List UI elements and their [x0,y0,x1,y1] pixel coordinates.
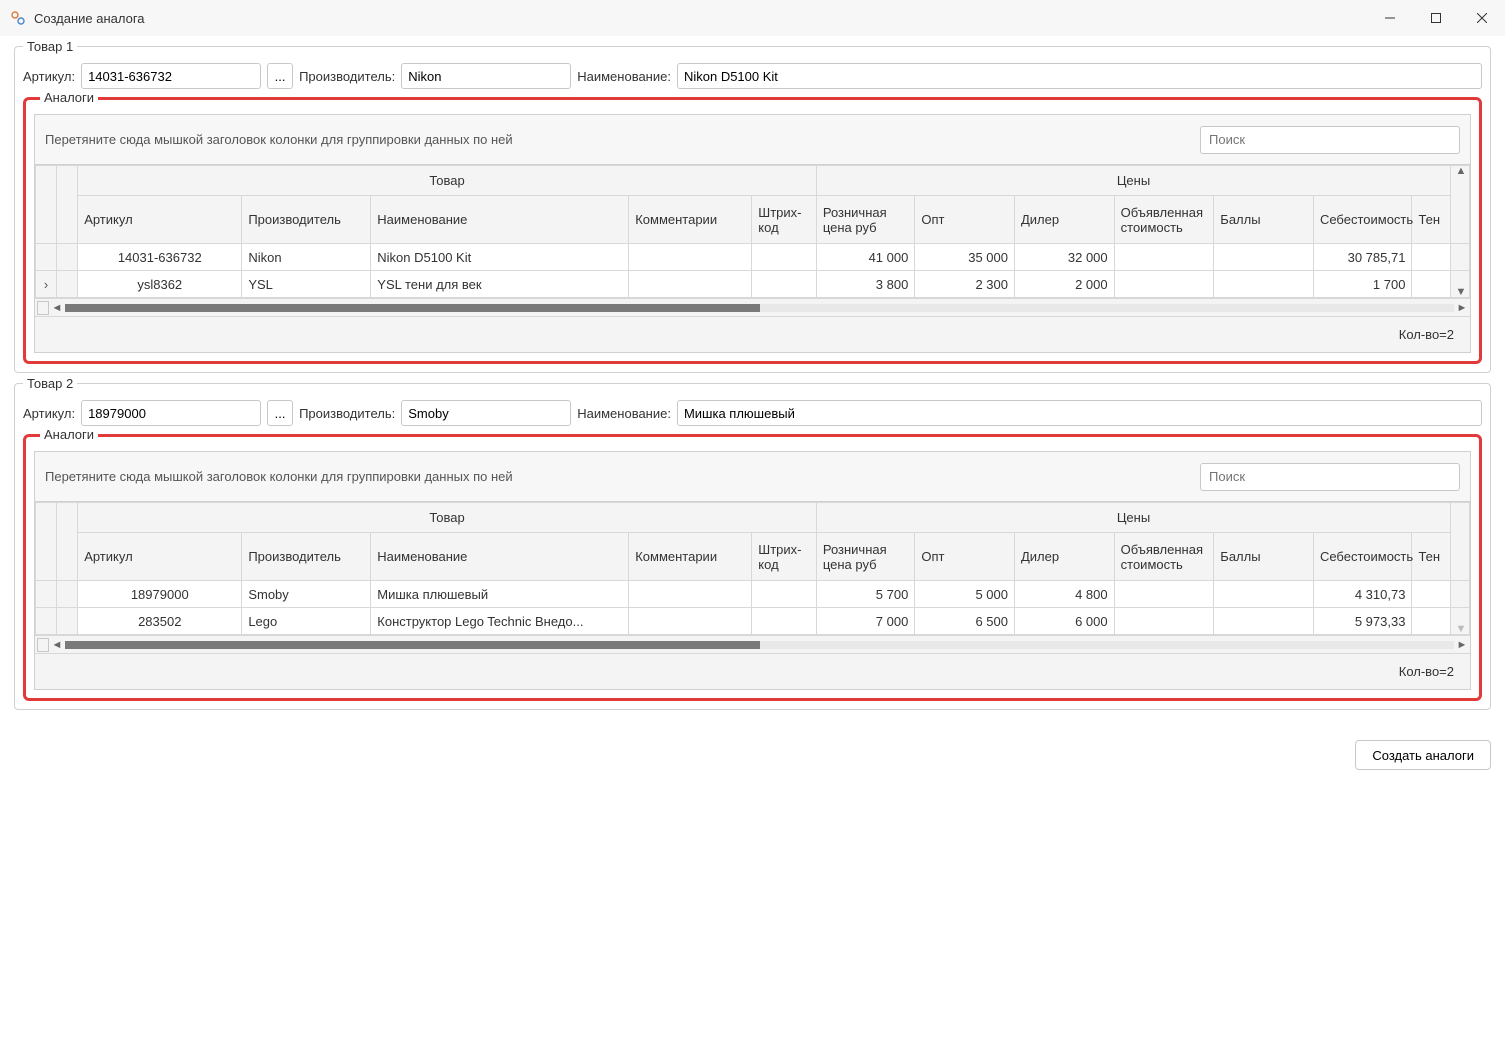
col-opt[interactable]: Опт [915,533,1015,581]
col-declared[interactable]: Объявленная стоимость [1114,196,1214,244]
col-points[interactable]: Баллы [1214,533,1314,581]
scroll-right-icon: ► [1454,302,1470,314]
scroll-right-icon: ► [1454,639,1470,651]
col-points[interactable]: Баллы [1214,196,1314,244]
col-opt[interactable]: Опт [915,196,1015,244]
col-comments[interactable]: Комментарии [629,196,752,244]
window-title: Создание аналога [34,11,1367,26]
col-retail[interactable]: Розничная цена руб [816,533,914,581]
col-manufacturer[interactable]: Производитель [242,533,371,581]
close-button[interactable] [1459,0,1505,36]
app-icon [10,10,26,26]
maximize-button[interactable] [1413,0,1459,36]
group-header-prices[interactable]: Цены [816,503,1450,533]
article-label: Артикул: [23,69,75,84]
col-name[interactable]: Наименование [371,196,629,244]
name-label: Наименование: [577,406,671,421]
manufacturer-label: Производитель: [299,69,395,84]
grid-footer: Кол-во=2 [35,316,1470,352]
table-row[interactable]: 283502 Lego Конструктор Lego Technic Вне… [36,608,1470,635]
manufacturer-input[interactable] [401,63,571,89]
bottom-bar: Создать аналоги [0,730,1505,784]
col-retail[interactable]: Розничная цена руб [816,196,914,244]
scroll-left-icon: ◄ [49,639,65,651]
search-input[interactable] [1200,463,1460,491]
analogs-1-table: Товар Цены Артикул Производитель Наимено… [35,165,1470,298]
col-comments[interactable]: Комментарии [629,533,752,581]
col-article[interactable]: Артикул [78,533,242,581]
create-analogs-button[interactable]: Создать аналоги [1355,740,1491,770]
horizontal-scrollbar[interactable]: ◄ ► [35,635,1470,653]
analogs-1-legend: Аналоги [40,90,98,105]
product-1-legend: Товар 1 [23,39,77,54]
main-content: Товар 1 Артикул: ... Производитель: Наим… [0,36,1505,730]
col-barcode[interactable]: Штрих-код [752,533,817,581]
grouping-hint: Перетяните сюда мышкой заголовок колонки… [45,469,1200,484]
col-barcode[interactable]: Штрих-код [752,196,817,244]
col-tail[interactable]: Тен [1412,533,1451,581]
col-dealer[interactable]: Дилер [1014,533,1114,581]
titlebar: Создание аналога [0,0,1505,36]
table-row[interactable]: 14031-636732 Nikon Nikon D5100 Kit 41 00… [36,244,1470,271]
analogs-2-table: Товар Цены Артикул Производитель Наимено… [35,502,1470,635]
article-lookup-button[interactable]: ... [267,400,293,426]
col-tail[interactable]: Тен [1412,196,1451,244]
col-cost[interactable]: Себестоимость [1313,533,1411,581]
group-header-prices[interactable]: Цены [816,166,1450,196]
col-cost[interactable]: Себестоимость [1313,196,1411,244]
article-label: Артикул: [23,406,75,421]
row-pointer-icon: › [36,271,57,298]
name-input[interactable] [677,400,1482,426]
col-dealer[interactable]: Дилер [1014,196,1114,244]
analogs-1-fieldset: Аналоги Перетяните сюда мышкой заголовок… [23,97,1482,364]
article-input[interactable] [81,400,261,426]
analogs-2-fieldset: Аналоги Перетяните сюда мышкой заголовок… [23,434,1482,701]
col-name[interactable]: Наименование [371,533,629,581]
group-header-tovar[interactable]: Товар [78,166,817,196]
search-input[interactable] [1200,126,1460,154]
article-input[interactable] [81,63,261,89]
analogs-2-legend: Аналоги [40,427,98,442]
manufacturer-label: Производитель: [299,406,395,421]
name-input[interactable] [677,63,1482,89]
col-declared[interactable]: Объявленная стоимость [1114,533,1214,581]
minimize-button[interactable] [1367,0,1413,36]
horizontal-scrollbar[interactable]: ◄ ► [35,298,1470,316]
manufacturer-input[interactable] [401,400,571,426]
group-header-tovar[interactable]: Товар [78,503,817,533]
col-manufacturer[interactable]: Производитель [242,196,371,244]
name-label: Наименование: [577,69,671,84]
col-article[interactable]: Артикул [78,196,242,244]
table-row[interactable]: 18979000 Smoby Мишка плюшевый 5 700 5 00… [36,581,1470,608]
grid-footer: Кол-во=2 [35,653,1470,689]
scroll-left-icon: ◄ [49,302,65,314]
article-lookup-button[interactable]: ... [267,63,293,89]
grouping-hint: Перетяните сюда мышкой заголовок колонки… [45,132,1200,147]
table-row[interactable]: › ysl8362 YSL YSL тени для век 3 800 [36,271,1470,298]
product-1-fieldset: Товар 1 Артикул: ... Производитель: Наим… [14,46,1491,373]
product-2-legend: Товар 2 [23,376,77,391]
product-2-fieldset: Товар 2 Артикул: ... Производитель: Наим… [14,383,1491,710]
